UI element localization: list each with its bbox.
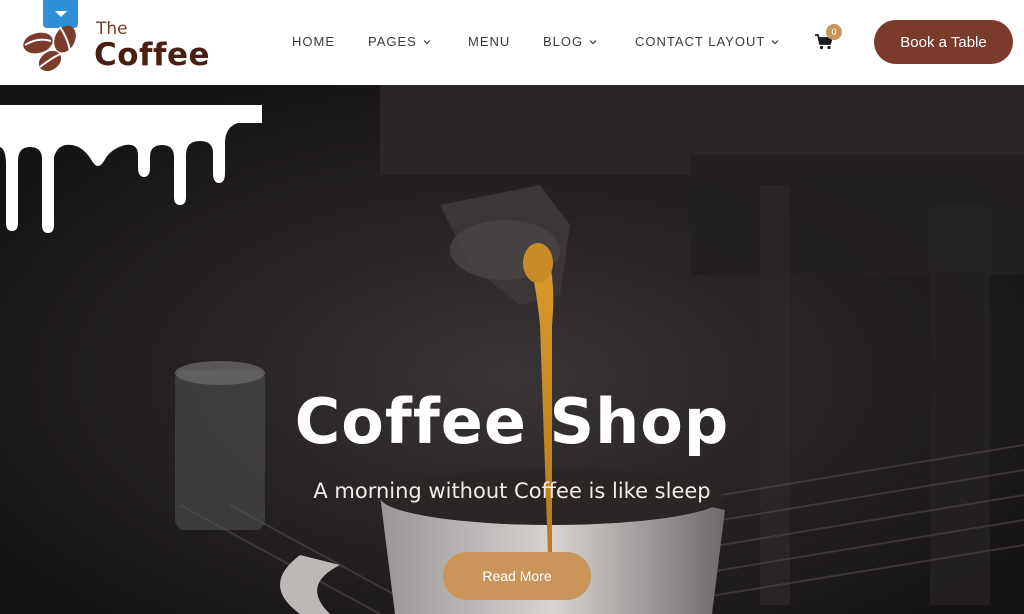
hero-section: Coffee Shop A morning without Coffee is …	[0, 85, 1024, 614]
nav-item-menu[interactable]: MENU	[468, 34, 510, 49]
book-table-button[interactable]: Book a Table	[874, 20, 1013, 64]
chevron-down-icon	[589, 39, 597, 44]
nav-item-home[interactable]: HOME	[292, 34, 335, 49]
nav-item-label: BLOG	[543, 34, 584, 49]
paint-drip-decoration	[0, 105, 262, 233]
main-nav: HOME PAGES MENU BLOG CONTACT LAYOUT	[0, 34, 800, 52]
hero-title: Coffee Shop	[294, 385, 730, 458]
nav-item-label: PAGES	[368, 34, 417, 49]
nav-item-label: CONTACT LAYOUT	[635, 34, 766, 49]
nav-item-label: MENU	[468, 34, 511, 49]
site-header: The Coffee HOME PAGES MENU BLOG CONTACT …	[0, 0, 1024, 85]
cart-count-badge: 0	[826, 24, 842, 40]
nav-item-blog[interactable]: BLOG	[543, 34, 597, 49]
chevron-down-icon	[423, 39, 431, 44]
read-more-button[interactable]: Read More	[443, 552, 591, 600]
nav-item-contact-layout[interactable]: CONTACT LAYOUT	[635, 34, 779, 49]
nav-item-pages[interactable]: PAGES	[368, 34, 431, 49]
hero-subtitle: A morning without Coffee is like sleep	[313, 479, 711, 503]
chevron-down-icon	[771, 39, 779, 44]
nav-item-label: HOME	[292, 34, 335, 49]
